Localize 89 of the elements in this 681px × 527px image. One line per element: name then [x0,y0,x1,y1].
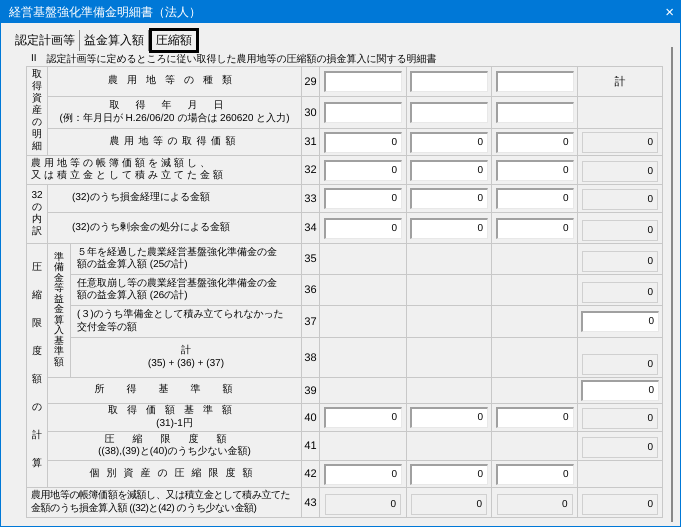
group-label: 圧縮限度額の計算 [31,260,43,470]
readonly-field: 0 [411,494,487,515]
row-label: (31)-1円 [156,418,193,430]
amount-field[interactable]: 0 [324,218,402,238]
row-label: 任意取崩し等の農業経営基盤強化準備金の金 [77,278,277,290]
line-number: 37 [304,316,317,328]
line-number: 43 [304,496,317,508]
readonly-field: 0 [582,220,658,241]
amount-field[interactable]: 0 [410,188,488,209]
row-label: (32)のうち損金経理による金額 [72,192,210,205]
readonly-field: 0 [582,354,658,375]
amount-field[interactable]: 0 [324,160,402,180]
row-label: 農用地等の種類 [108,75,241,88]
line-number: 36 [304,284,317,296]
readonly-field: 0 [325,494,401,515]
row-label: 農用地等の帳簿価額を減額し、又は積立金として積み立てた [31,490,290,502]
line-number: 32 [304,164,317,176]
row-label: (３)のうち準備金として積み立てられなかった [77,309,284,322]
row-label: 農用地等の帳簿価額を減額し、 [31,158,213,170]
row-label: 取得価額基準額 [108,405,241,418]
line-number: 33 [304,192,317,204]
row-label: 又は積立金として積み立てた金額 [31,170,226,182]
row-label: 交付金等の額 [77,322,137,334]
line-number: 40 [304,412,317,424]
amount-field[interactable]: 0 [496,407,574,428]
amount-field[interactable]: 0 [496,132,574,152]
amount-field[interactable]: 0 [410,464,488,484]
line-number: 35 [304,253,317,265]
amount-field[interactable]: 0 [324,132,402,152]
readonly-field: 0 [582,437,658,458]
section-title: 認定計画等に定めるところに従い取得した農用地等の圧縮額の損金算入に関する明細書 [46,52,437,66]
amount-field[interactable]: 0 [581,311,659,332]
row-label: 額の益金算入額 (26の計) [77,290,188,302]
amount-field[interactable] [410,102,488,123]
line-number: 42 [304,468,317,480]
row-label: 個別資産の圧縮限度額 [90,468,260,480]
line-number: 38 [304,352,317,364]
row-label: 金額のうち損金算入額 ((32)と(42) のうち少ない金額) [31,502,256,515]
amount-field[interactable]: 0 [324,188,402,209]
tab[interactable]: 圧縮額 [149,28,199,52]
amount-field[interactable] [496,102,574,123]
section-number: II [31,53,37,64]
readonly-field: 0 [582,282,658,303]
amount-field[interactable]: 0 [410,160,488,180]
amount-field[interactable]: 0 [324,407,402,428]
window-title: 経営基盤強化準備金明細書（法人） [9,4,201,20]
readonly-field: 0 [582,189,658,210]
group-label: 準備金等益金算入基準額 [53,252,65,368]
row-label: ((38),(39)と(40)のうち少ない金額) [98,446,251,458]
amount-field[interactable] [324,102,402,123]
amount-field[interactable]: 0 [581,380,659,401]
amount-field[interactable]: 0 [410,132,488,152]
tab[interactable]: 認定計画等 [11,30,80,50]
amount-field[interactable] [324,71,402,92]
readonly-field: 0 [582,161,658,182]
readonly-field: 0 [582,494,658,515]
close-button[interactable]: × [665,4,674,20]
readonly-field: 0 [582,408,658,429]
amount-field[interactable]: 0 [324,464,402,484]
row-label: 計 [181,345,191,358]
amount-field[interactable] [496,71,574,92]
line-number: 34 [304,222,317,234]
line-number: 31 [304,136,317,148]
line-number: 39 [304,384,317,396]
amount-field[interactable]: 0 [496,160,574,180]
amount-field[interactable] [410,71,488,92]
amount-field[interactable]: 0 [410,407,488,428]
amount-field[interactable]: 0 [410,218,488,238]
amount-field[interactable]: 0 [496,188,574,209]
readonly-field: 0 [496,494,572,515]
row-label: 所得基準額 [94,384,254,397]
row-label: (35) + (36) + (37) [148,358,224,370]
readonly-field: 0 [582,132,658,153]
column-header: 計 [614,74,626,89]
row-label: (32)のうち剰余金の処分による金額 [72,222,230,234]
row-label: (例：年月日が H.26/06/20 の場合は 260620 と入力) [59,112,290,125]
line-number: 30 [304,106,317,118]
row-label: 農用地等の取得価額 [109,136,240,148]
row-label: 圧縮限度額 [104,434,244,446]
row-label: ５年を経過した農業経営基盤強化準備金の金 [77,246,277,258]
line-number: 41 [304,440,317,452]
row-label: 取得年月日 [110,100,240,112]
amount-field[interactable]: 0 [496,464,574,484]
group-label: 32の内訳 [30,190,44,238]
row-label: 額の益金算入額 (25の計) [77,259,188,272]
readonly-field: 0 [582,251,658,272]
amount-field[interactable]: 0 [496,218,574,238]
line-number: 29 [304,76,317,88]
group-label: 取得資産の明細 [31,69,43,153]
